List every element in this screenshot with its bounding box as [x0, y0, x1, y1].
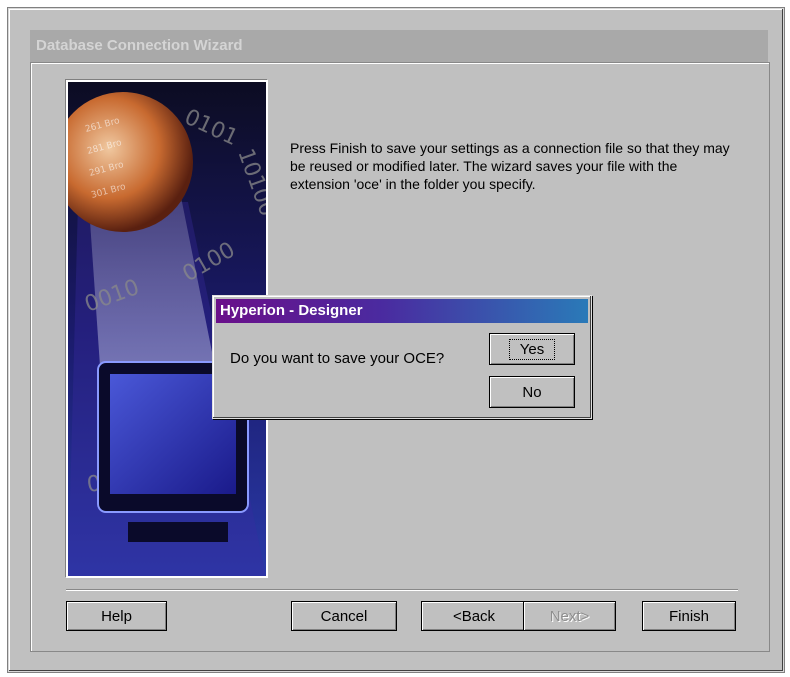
- help-button[interactable]: Help: [66, 601, 167, 631]
- button-separator: [66, 589, 738, 591]
- dialog-title: Hyperion - Designer: [220, 302, 363, 319]
- cancel-button[interactable]: Cancel: [291, 601, 397, 631]
- wizard-title: Database Connection Wizard: [36, 37, 243, 54]
- yes-button-label: Yes: [508, 338, 556, 360]
- finish-button[interactable]: Finish: [642, 601, 736, 631]
- instruction-text: Press Finish to save your settings as a …: [290, 140, 730, 192]
- back-button[interactable]: <Back: [421, 601, 527, 631]
- yes-button[interactable]: Yes: [489, 333, 575, 365]
- save-confirmation-dialog: Hyperion - Designer Do you want to save …: [212, 295, 592, 419]
- dialog-title-bar[interactable]: Hyperion - Designer: [216, 299, 588, 323]
- no-button[interactable]: No: [489, 376, 575, 408]
- next-button[interactable]: Next>: [523, 601, 616, 631]
- wizard-title-bar[interactable]: Database Connection Wizard: [30, 30, 768, 62]
- dialog-message: Do you want to save your OCE?: [230, 350, 445, 367]
